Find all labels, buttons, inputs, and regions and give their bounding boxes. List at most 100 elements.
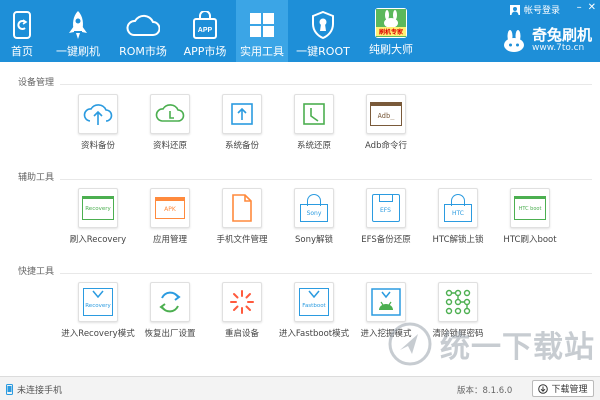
tool-app-manager[interactable]: APK 应用管理: [135, 188, 205, 245]
sony-icon-text: Sony: [306, 209, 322, 217]
download-manager-label: 下载管理: [551, 385, 588, 395]
htc-boot-icon-text: HTC boot: [518, 206, 542, 212]
grid-icon: [247, 10, 277, 40]
sony-lock-icon: Sony: [300, 194, 328, 222]
tile-frame: Sony: [294, 188, 334, 228]
close-icon[interactable]: ✕: [588, 2, 596, 13]
tool-label: 恢复出厂设置: [144, 329, 196, 339]
tool-label: 系统还原: [296, 141, 331, 151]
tile-frame: [222, 94, 262, 134]
nav-app-market[interactable]: APP APP市场: [174, 0, 236, 62]
tile-frame: [150, 282, 190, 322]
nav-rom-market[interactable]: ROM市场: [112, 0, 174, 62]
minimize-icon[interactable]: –: [577, 2, 582, 13]
section-title-device-management: 设备管理: [18, 78, 55, 88]
utilities-panel: 设备管理 资料备份 资料还原 系统备份 系统还原 Adb_ Adb命令行 辅助工: [0, 62, 600, 376]
tool-clear-lock-password[interactable]: 清除锁屏密码: [423, 282, 493, 339]
tool-data-restore[interactable]: 资料还原: [135, 94, 205, 151]
tile-frame: Recovery: [78, 282, 118, 322]
tool-enter-download-mode[interactable]: 进入挖掘模式: [351, 282, 421, 339]
fastboot-icon-text: Fastboot: [302, 303, 326, 309]
tool-htc-flash-boot[interactable]: HTC boot HTC刷入boot: [495, 188, 565, 245]
tool-flash-recovery[interactable]: Recovery 刷入Recovery: [63, 188, 133, 245]
system-restore-icon: [303, 103, 325, 125]
tool-label: EFS备份还原: [361, 235, 411, 245]
android-mode-icon: [371, 288, 401, 316]
nav-home-label: 首页: [11, 45, 33, 58]
tool-system-restore[interactable]: 系统还原: [279, 94, 349, 151]
nav-utilities-label: 实用工具: [240, 45, 284, 58]
user-icon: [509, 4, 520, 15]
reboot-icon: [230, 290, 254, 314]
login-link[interactable]: 帐号登录: [509, 3, 560, 16]
brand-name: 奇兔刷机: [531, 26, 592, 44]
cloud-upload-icon: [83, 104, 113, 125]
cloud-download-icon: [155, 104, 185, 122]
svg-text:APP: APP: [198, 27, 213, 34]
tile-frame: APK: [150, 188, 190, 228]
tile-frame: Adb_: [366, 94, 406, 134]
rabbit-expert-icon: 刷机专家: [374, 8, 408, 38]
tool-phone-file-manager[interactable]: 手机文件管理: [207, 188, 277, 245]
tool-label: 资料还原: [152, 141, 187, 151]
nav-utilities[interactable]: 实用工具: [236, 0, 288, 62]
tile-frame: [150, 94, 190, 134]
recovery-mode-icon: Recovery: [83, 288, 113, 316]
tile-frame: [366, 282, 406, 322]
tool-reboot-device[interactable]: 重启设备: [207, 282, 277, 339]
main-nav: 首页 一键刷机 ROM市场 APP APP市场 实用工具 一键ROOT 刷机专家…: [0, 0, 424, 62]
rabbit-logo-icon: [503, 29, 524, 52]
recovery-icon-text: Recovery: [85, 206, 111, 212]
tool-factory-reset[interactable]: 恢复出厂设置: [135, 282, 205, 339]
tile-frame: [222, 282, 262, 322]
section-divider: [60, 273, 592, 274]
tool-system-backup[interactable]: 系统备份: [207, 94, 277, 151]
htc-icon-text: HTC: [451, 209, 464, 217]
download-manager-button[interactable]: 下载管理: [532, 380, 594, 397]
system-backup-icon: [231, 103, 253, 125]
tool-enter-fastboot-mode[interactable]: Fastboot 进入Fastboot模式: [279, 282, 349, 339]
top-bar: 首页 一键刷机 ROM市场 APP APP市场 实用工具 一键ROOT 刷机专家…: [0, 0, 600, 62]
file-icon: [232, 194, 252, 222]
tile-frame: Recovery: [78, 188, 118, 228]
tool-label: 进入挖掘模式: [360, 329, 412, 339]
nav-one-click-flash[interactable]: 一键刷机: [44, 0, 112, 62]
section-divider: [60, 179, 592, 180]
tool-sony-unlock[interactable]: Sony Sony解锁: [279, 188, 349, 245]
tool-adb-command[interactable]: Adb_ Adb命令行: [351, 94, 421, 151]
tool-label: 系统备份: [224, 141, 259, 151]
tool-label: HTC刷入boot: [503, 235, 557, 245]
device-status: 未连接手机: [6, 383, 62, 396]
tool-data-backup[interactable]: 资料备份: [63, 94, 133, 151]
nav-one-click-root-label: 一键ROOT: [296, 45, 350, 58]
tool-label: Sony解锁: [294, 235, 333, 245]
tool-label: 清除锁屏密码: [432, 329, 484, 339]
nav-home[interactable]: 首页: [0, 0, 44, 62]
version-text: 版本：8.1.6.0: [457, 386, 513, 396]
brand-url: www.7to.cn: [531, 43, 585, 53]
nav-pure-flash-master[interactable]: 刷机专家 纯刷大师: [358, 0, 424, 62]
tool-label: 进入Fastboot模式: [278, 329, 350, 339]
recovery-mode-icon-text: Recovery: [85, 303, 111, 309]
window-controls: – ✕: [577, 2, 596, 13]
tool-label: 手机文件管理: [216, 235, 268, 245]
fastboot-mode-icon: Fastboot: [299, 288, 329, 316]
htc-boot-folder-icon: HTC boot: [514, 196, 546, 220]
app-bag-icon: APP: [190, 10, 220, 40]
status-bar: 未连接手机 版本：8.1.6.0 下载管理: [0, 376, 600, 400]
nav-app-market-label: APP市场: [183, 45, 227, 58]
efs-disk-icon: EFS: [372, 194, 400, 222]
tool-htc-lock-unlock[interactable]: HTC HTC解锁上锁: [423, 188, 493, 245]
device-status-text: 未连接手机: [17, 386, 63, 396]
tile-frame: [438, 282, 478, 322]
adb-icon-text: Adb_: [377, 111, 395, 120]
tile-frame: HTC: [438, 188, 478, 228]
tile-frame: [294, 94, 334, 134]
apk-icon-text: APK: [164, 206, 176, 213]
tool-label: 重启设备: [224, 329, 259, 339]
tool-label: Adb命令行: [365, 141, 407, 151]
nav-one-click-root[interactable]: 一键ROOT: [288, 0, 358, 62]
tool-efs-backup-restore[interactable]: EFS EFS备份还原: [351, 188, 421, 245]
htc-lock-icon: HTC: [444, 194, 472, 222]
tool-enter-recovery-mode[interactable]: Recovery 进入Recovery模式: [61, 282, 135, 339]
